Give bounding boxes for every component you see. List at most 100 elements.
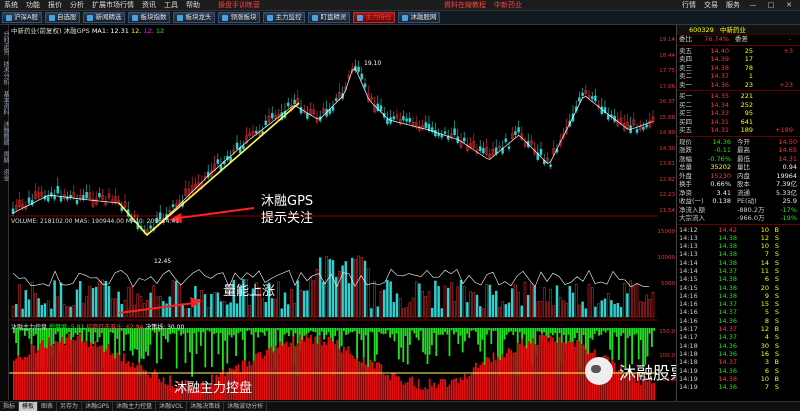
menu-hot-stock[interactable]: 中新药业 [494, 0, 522, 10]
candle-body [69, 195, 72, 198]
bottom-tab[interactable]: 沐融GPS [82, 402, 114, 411]
control-bar-red [475, 362, 477, 400]
menu-right-service[interactable]: 服务 [726, 0, 740, 10]
volume-bar [226, 304, 229, 318]
control-bar-red [83, 341, 86, 400]
order-price[interactable]: 14.37 [699, 72, 729, 81]
tick-volume: 8 [764, 316, 769, 325]
menu-hot-tutorial[interactable]: 資料在線教程 [444, 0, 486, 10]
volume-bar [434, 280, 437, 318]
control-bar-red [530, 343, 532, 400]
minimize-icon[interactable]: — [744, 0, 762, 10]
toolbar-button-main-monitor[interactable]: 主力监控 [263, 12, 306, 23]
control-bar-red [263, 355, 266, 400]
volume-bar [395, 293, 399, 318]
order-price[interactable]: 14.31 [699, 126, 729, 135]
control-bar-red [488, 357, 490, 400]
toolbar-button-a-shares[interactable]: 沪深A股 [2, 12, 42, 23]
toolbar-button-watch-spirit[interactable]: 盯盘精灵 [308, 12, 351, 23]
menu-hot-training[interactable]: 操盘手训练营 [218, 0, 260, 10]
control-bar-red [435, 387, 438, 400]
order-price[interactable]: 14.39 [699, 55, 729, 64]
toolbar-button-main-holdings[interactable]: 主力持仓 [353, 12, 396, 23]
toolbar-button-sector-index[interactable]: 板块指数 [128, 12, 171, 23]
volume-bar [200, 290, 204, 318]
control-bar-red [382, 374, 385, 400]
candle-body [453, 128, 456, 135]
control-bar-green [349, 328, 352, 333]
order-price[interactable]: 14.35 [699, 92, 729, 101]
control-bar-red [37, 349, 39, 400]
control-bar-red [472, 367, 475, 400]
candle-body [334, 98, 338, 101]
control-bar-red [376, 362, 378, 400]
control-bar-red [261, 358, 264, 400]
candlestick-chart[interactable] [9, 25, 657, 401]
menu-right-trade[interactable]: 交易 [704, 0, 718, 10]
order-price[interactable]: 14.36 [699, 81, 729, 90]
control-bar-red [266, 349, 268, 400]
order-price[interactable]: 14.31 [699, 118, 729, 127]
volume-bar [280, 308, 284, 318]
volume-bar [558, 297, 562, 318]
order-change [753, 101, 793, 110]
toolbar-button-watchlist[interactable]: 自选股 [44, 12, 81, 23]
bottom-tab[interactable]: 图表 [38, 402, 58, 411]
control-bar-green [475, 328, 477, 332]
order-price[interactable]: 14.34 [699, 101, 729, 110]
candle-body [270, 113, 274, 119]
menu-item-analysis[interactable]: 分析 [70, 0, 84, 10]
control-bar-green [118, 328, 121, 356]
bottom-tab[interactable]: 另存为 [57, 402, 83, 411]
divider [677, 135, 800, 137]
stat-value [697, 214, 731, 223]
volume-axis-label: 5000 [661, 281, 675, 287]
toolbar-button-sector-leader[interactable]: 板块龙头 [173, 12, 216, 23]
volume-bar [98, 280, 101, 318]
menu-right-quotes[interactable]: 行情 [682, 0, 696, 10]
chart-area[interactable]: 中新药业(前复权) 沐融GPS MA1: 12.31 12. 12. 12 19… [9, 25, 657, 401]
divider [677, 223, 800, 225]
candle-body [590, 96, 594, 99]
control-bar-green [651, 328, 653, 347]
toolbar-button-murong-site[interactable]: 沐融股网 [398, 12, 441, 23]
menu-item-news[interactable]: 资讯 [142, 0, 156, 10]
control-bar-red [268, 348, 270, 400]
menu-item-extended-market[interactable]: 扩展市场行情 [92, 0, 134, 10]
menu-item-system[interactable]: 系统 [4, 0, 18, 10]
volume-bar [277, 281, 280, 318]
chart-stock-name: 中新药业(前复权) [11, 27, 62, 35]
close-icon[interactable]: ✕ [780, 0, 798, 10]
menu-item-quote[interactable]: 报价 [48, 0, 62, 10]
tick-price: 14.37 [718, 266, 737, 275]
bottom-tab[interactable]: 沐融波动分析 [224, 402, 268, 411]
control-bar-red [46, 348, 48, 400]
volume-bar [616, 303, 620, 318]
bottom-tab[interactable]: 沐融决策线 [187, 402, 225, 411]
bottom-tab[interactable]: 指标 [0, 402, 20, 411]
tick-row: 14:14 14.38 14 S [677, 259, 800, 267]
order-price[interactable]: 14.33 [699, 109, 729, 118]
control-bar-red [334, 344, 336, 400]
control-bar-red [395, 376, 398, 400]
bottom-tab[interactable]: 模板 [19, 402, 39, 411]
toolbar-button-news[interactable]: 新闻精选 [83, 12, 126, 23]
stat-value: -0.11 [714, 146, 731, 154]
order-price[interactable]: 14.40 [699, 47, 729, 56]
menu-item-function[interactable]: 功能 [26, 0, 40, 10]
bottom-tab[interactable]: 沐融VOL [156, 402, 188, 411]
market-icon [6, 14, 12, 21]
volume-bar [430, 307, 434, 318]
maximize-icon[interactable]: □ [762, 0, 780, 10]
bottom-tab[interactable]: 沐融主力控盘 [113, 402, 157, 411]
toolbar-button-leading-sectors[interactable]: 领涨板块 [218, 12, 261, 23]
menu-item-tools[interactable]: 工具 [164, 0, 178, 10]
control-bar-red [466, 378, 468, 400]
order-price[interactable]: 14.38 [699, 64, 729, 73]
candle-body [299, 107, 303, 114]
menu-item-help[interactable]: 帮助 [186, 0, 200, 10]
control-bar-green [415, 328, 418, 338]
volume-bar [478, 306, 482, 318]
tick-time: 14:19 [679, 374, 698, 383]
wechat-icon [585, 357, 613, 385]
